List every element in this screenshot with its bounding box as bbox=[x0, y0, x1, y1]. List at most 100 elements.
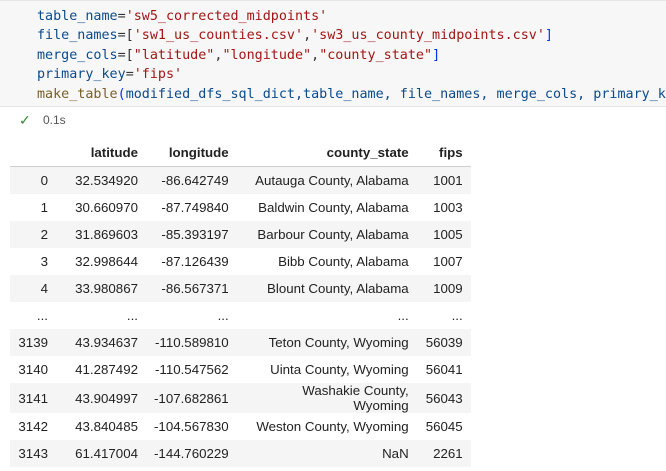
row-index: 3139 bbox=[10, 329, 60, 356]
bracket-token: ] bbox=[432, 47, 441, 63]
code-line-5: make_table(modified_dfs_sql_dict,table_n… bbox=[37, 87, 666, 102]
cell-fips: 1007 bbox=[416, 248, 471, 275]
code-line-3: merge_cols=["latitude","longitude","coun… bbox=[37, 48, 440, 63]
cell-longitude: ... bbox=[146, 302, 237, 329]
cell-longitude: -104.567830 bbox=[146, 413, 237, 440]
row-index: 3142 bbox=[10, 413, 60, 440]
cell-latitude: 32.534920 bbox=[60, 166, 146, 194]
string-token: 'sw3_us_county_midpoints.csv' bbox=[311, 28, 545, 44]
table-row: 2 31.869603 -85.393197 Barbour County, Alab… bbox=[10, 221, 471, 248]
cell-latitude: 43.840485 bbox=[60, 413, 146, 440]
cell-latitude: 32.998644 bbox=[60, 248, 146, 275]
cell-longitude: -87.126439 bbox=[146, 248, 237, 275]
cell-fips: 56045 bbox=[416, 413, 471, 440]
cell-latitude: 61.417004 bbox=[60, 440, 146, 467]
output-area: latitude longitude county_state fips 0 32… bbox=[10, 139, 471, 467]
variable-token: primary_key bbox=[37, 67, 126, 83]
check-icon: ✓ bbox=[19, 111, 31, 128]
code-line-4: primary_key='fips' bbox=[37, 67, 182, 82]
index-header bbox=[10, 139, 60, 167]
separator-token: , bbox=[303, 28, 312, 44]
table-row: 1 30.660970 -87.749840 Baldwin County, Alab… bbox=[10, 194, 471, 221]
row-index: 1 bbox=[10, 194, 60, 221]
row-index: 3 bbox=[10, 248, 60, 275]
table-row: 3142 43.840485 -104.567830 Weston County, W… bbox=[10, 413, 471, 440]
variable-token: merge_cols bbox=[37, 47, 118, 63]
row-index: 3141 bbox=[10, 383, 60, 413]
cell-latitude: 43.934637 bbox=[60, 329, 146, 356]
column-header-county-state: county_state bbox=[236, 139, 417, 167]
row-index: 0 bbox=[10, 166, 60, 194]
cell-county-state: Blount County, Alabama bbox=[236, 275, 417, 302]
column-header-latitude: latitude bbox=[60, 139, 146, 167]
table-row: ............... bbox=[10, 302, 471, 329]
cell-latitude: 30.660970 bbox=[60, 194, 146, 221]
cell-latitude: ... bbox=[60, 302, 146, 329]
string-token: 'sw5_corrected_midpoints' bbox=[125, 9, 328, 24]
cell-fips: 1001 bbox=[416, 166, 471, 194]
bracket-token: ( bbox=[117, 86, 126, 102]
operator-token: = bbox=[125, 67, 134, 83]
cell-county-state: Uinta County, Wyoming bbox=[236, 356, 417, 383]
bracket-token: ] bbox=[544, 28, 553, 44]
cell-fips: 56039 bbox=[416, 329, 471, 356]
string-token: 'fips' bbox=[133, 67, 183, 83]
cell-fips: 1003 bbox=[416, 194, 471, 221]
cell-fips: 56043 bbox=[416, 383, 471, 413]
string-token: "county_state" bbox=[319, 47, 433, 63]
row-index: 3140 bbox=[10, 356, 60, 383]
cell-county-state: Washakie County, Wyoming bbox=[236, 383, 417, 413]
cell-fips: 2261 bbox=[416, 440, 471, 467]
table-row: 3139 43.934637 -110.589810 Teton County, Wy… bbox=[10, 329, 471, 356]
cell-latitude: 33.980867 bbox=[60, 275, 146, 302]
cell-county-state: Autauga County, Alabama bbox=[236, 166, 417, 194]
operator-token: =[ bbox=[117, 28, 134, 44]
code-line-1: table_name='sw5_corrected_midpoints' bbox=[37, 9, 327, 24]
cell-longitude: -107.682861 bbox=[146, 383, 237, 413]
cell-county-state: Baldwin County, Alabama bbox=[236, 194, 417, 221]
cell-fips: 1005 bbox=[416, 221, 471, 248]
string-token: "latitude" bbox=[133, 47, 215, 63]
variable-token: table_name bbox=[37, 9, 118, 24]
cell-county-state: ... bbox=[236, 302, 417, 329]
execution-time: 0.1s bbox=[43, 113, 66, 127]
string-token: 'sw1_us_counties.csv' bbox=[133, 28, 304, 44]
cell-county-state: Weston County, Wyoming bbox=[236, 413, 417, 440]
cell-county-state: Teton County, Wyoming bbox=[236, 329, 417, 356]
table-row: 3141 43.904997 -107.682861 Washakie County,… bbox=[10, 383, 471, 413]
cell-fips: 56041 bbox=[416, 356, 471, 383]
table-row: 0 32.534920 -86.642749 Autauga County, Alab… bbox=[10, 166, 471, 194]
table-row: 3140 41.287492 -110.547562 Uinta County, Wy… bbox=[10, 356, 471, 383]
cell-county-state: Bibb County, Alabama bbox=[236, 248, 417, 275]
row-index: 3143 bbox=[10, 440, 60, 467]
cell-county-state: NaN bbox=[236, 440, 417, 467]
cell-longitude: -86.642749 bbox=[146, 166, 237, 194]
cell-fips: 1009 bbox=[416, 275, 471, 302]
cell-longitude: -110.589810 bbox=[146, 329, 237, 356]
operator-token: = bbox=[117, 9, 126, 24]
operator-token: =[ bbox=[117, 47, 134, 63]
cell-fips: ... bbox=[416, 302, 471, 329]
row-index: ... bbox=[10, 302, 60, 329]
code-text[interactable]: table_name='sw5_corrected_midpoints' fil… bbox=[37, 7, 666, 104]
table-row: 3 32.998644 -87.126439 Bibb County, Alabama… bbox=[10, 248, 471, 275]
cell-longitude: -85.393197 bbox=[146, 221, 237, 248]
table-header-row: latitude longitude county_state fips bbox=[10, 139, 471, 167]
cell-longitude: -86.567371 bbox=[146, 275, 237, 302]
cell-latitude: 43.904997 bbox=[60, 383, 146, 413]
variable-token: file_names bbox=[37, 28, 118, 44]
function-token: make_table bbox=[37, 86, 118, 102]
cell-county-state: Barbour County, Alabama bbox=[236, 221, 417, 248]
arguments-token: modified_dfs_sql_dict,table_name, file_n… bbox=[125, 86, 666, 102]
string-token: "longitude" bbox=[222, 47, 312, 63]
column-header-fips: fips bbox=[416, 139, 471, 167]
row-index: 4 bbox=[10, 275, 60, 302]
code-cell[interactable]: table_name='sw5_corrected_midpoints' fil… bbox=[0, 0, 666, 133]
cell-longitude: -144.760229 bbox=[146, 440, 237, 467]
cell-latitude: 41.287492 bbox=[60, 356, 146, 383]
column-header-longitude: longitude bbox=[146, 139, 237, 167]
cell-longitude: -87.749840 bbox=[146, 194, 237, 221]
dataframe-table: latitude longitude county_state fips 0 32… bbox=[10, 139, 471, 467]
table-body: 0 32.534920 -86.642749 Autauga County, Alab… bbox=[10, 166, 471, 467]
cell-longitude: -110.547562 bbox=[146, 356, 237, 383]
